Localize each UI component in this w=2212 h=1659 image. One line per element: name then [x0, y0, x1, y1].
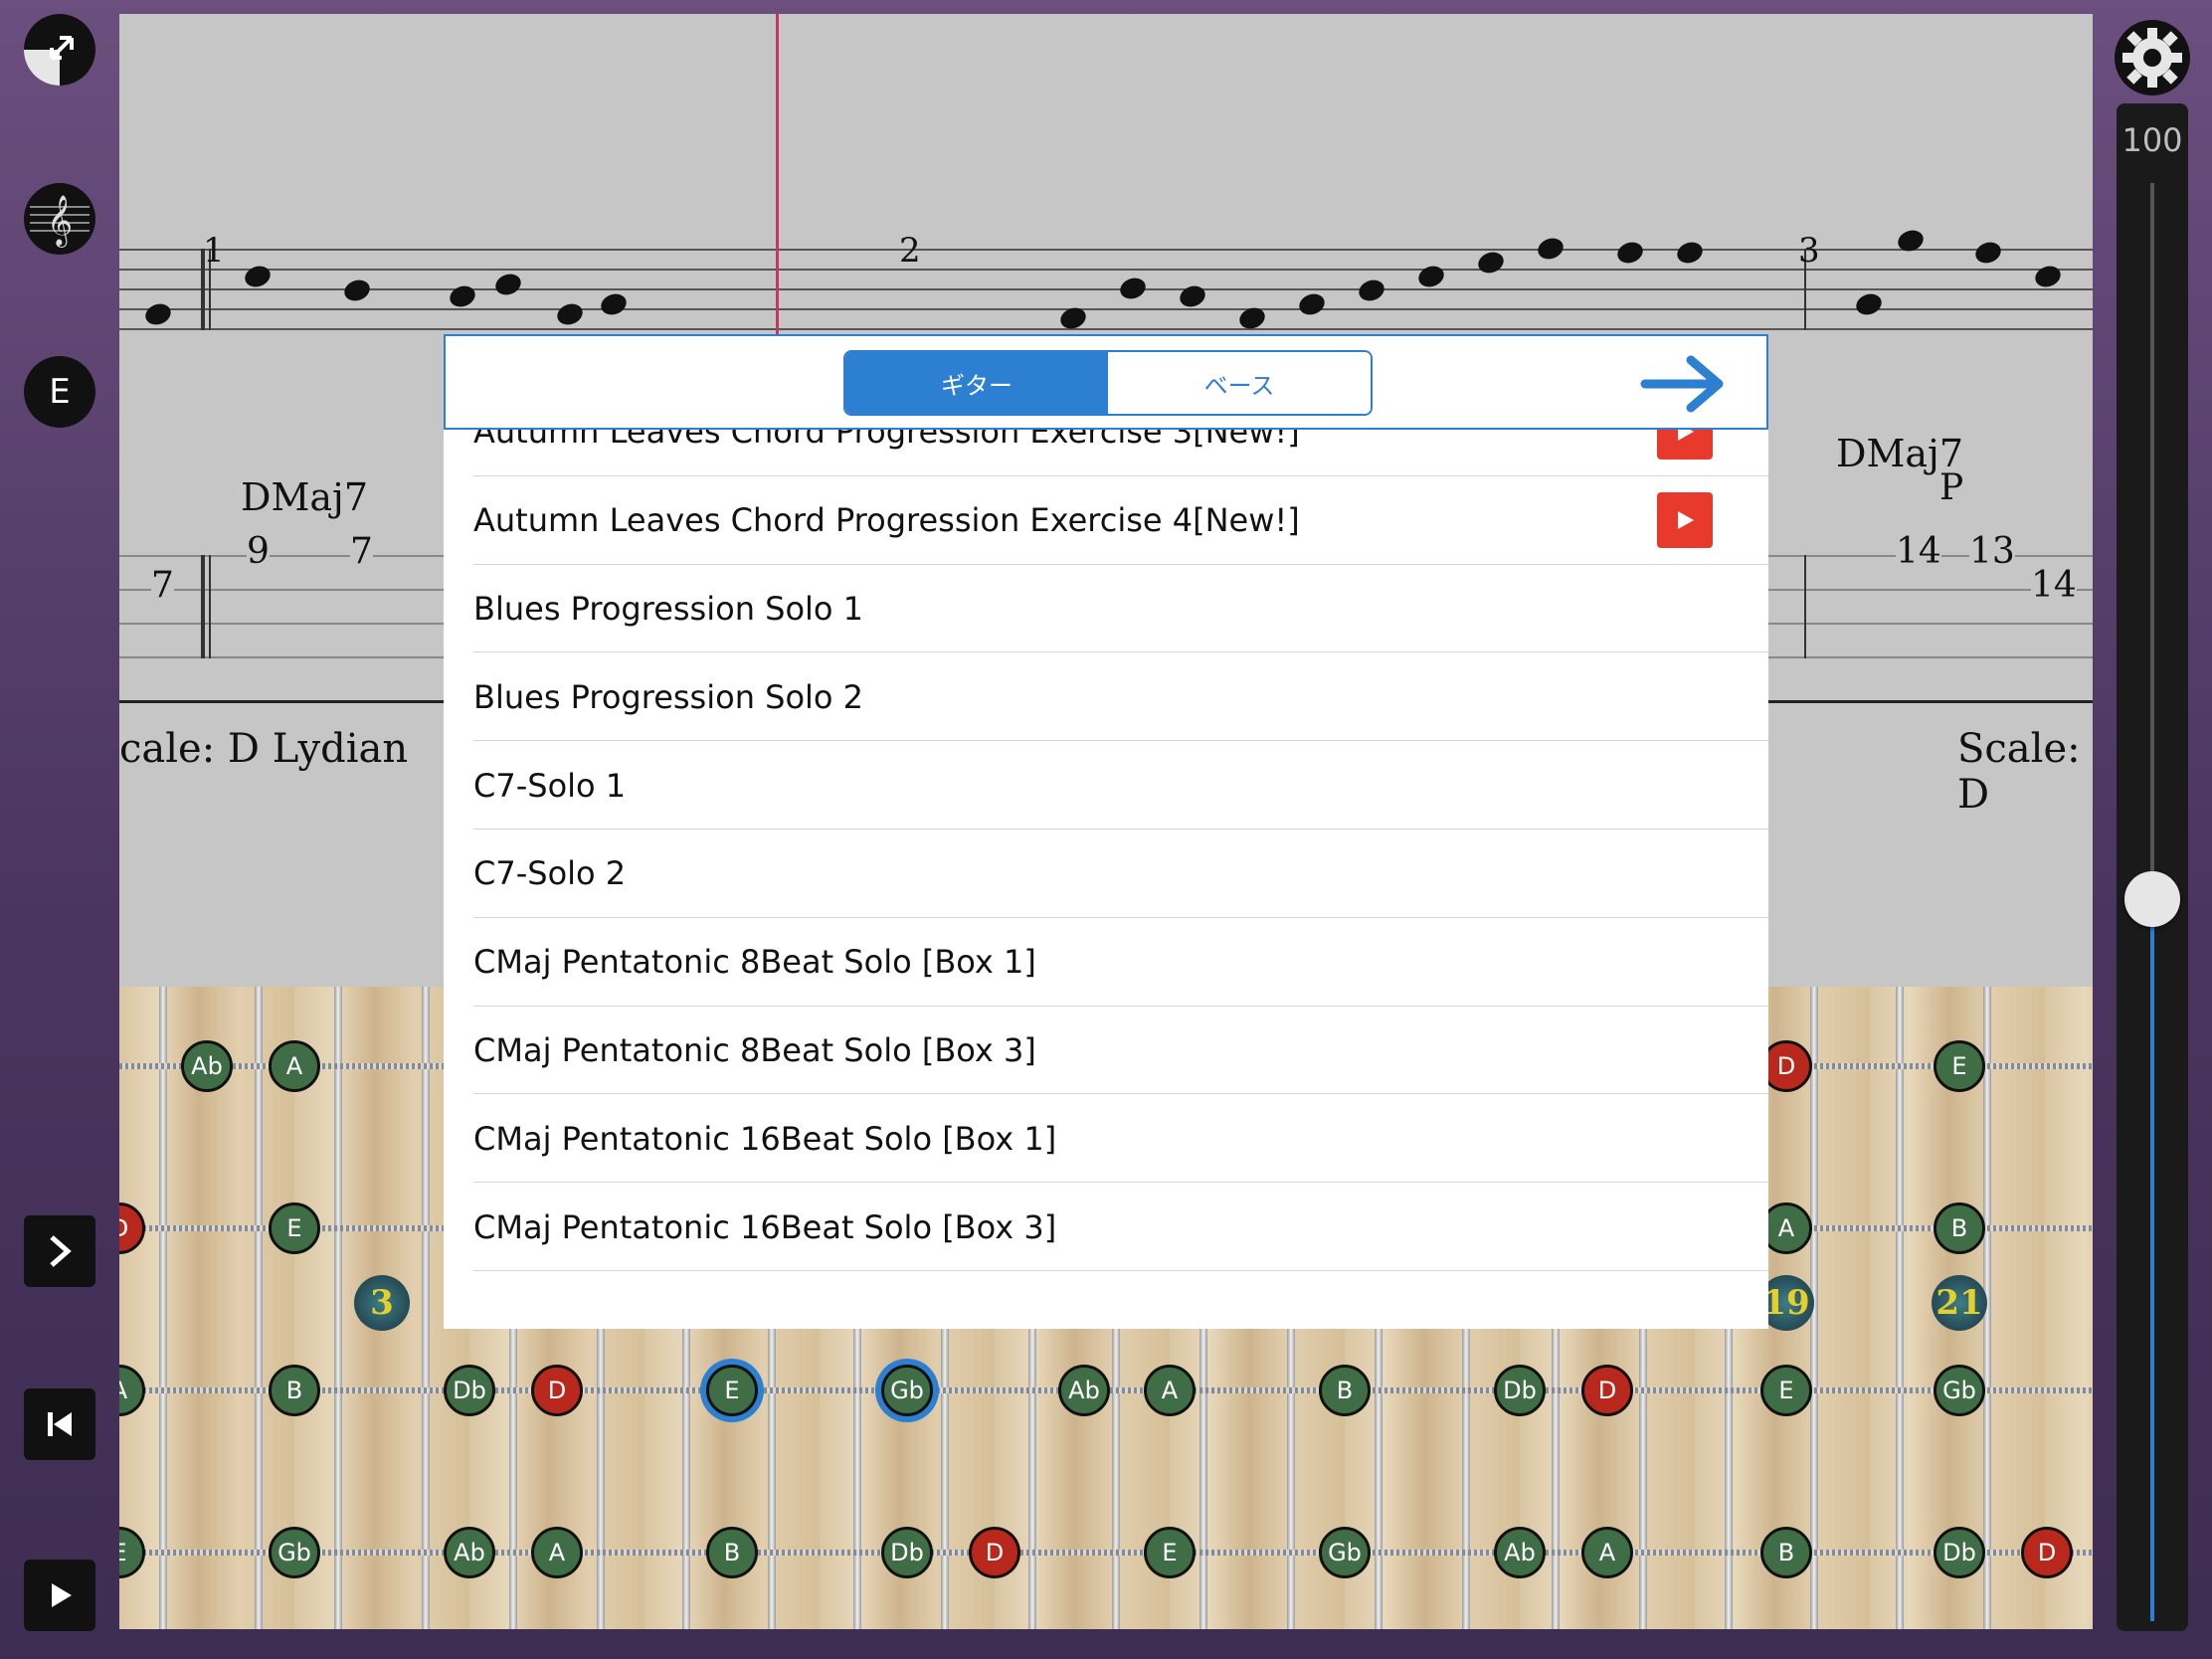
fret-note[interactable]: Ab: [1058, 1365, 1110, 1416]
fret-number-marker: 21: [1932, 1275, 1987, 1331]
svg-text:𝄞: 𝄞: [47, 195, 73, 248]
chord-label: DMaj7: [241, 475, 368, 519]
fret-note[interactable]: B: [1760, 1527, 1812, 1578]
expand-arrows-icon: [24, 36, 74, 86]
tab-number: 7: [350, 531, 373, 572]
fret-note[interactable]: B: [706, 1527, 758, 1578]
song-title: Autumn Leaves Chord Progression Exercise…: [473, 501, 1300, 540]
fret-note[interactable]: Gb: [1934, 1365, 1985, 1416]
fret-note[interactable]: A: [531, 1527, 583, 1578]
tempo-panel: 100: [2117, 103, 2188, 1631]
song-list-item[interactable]: CMaj Pentatonic 8Beat Solo [Box 3]: [473, 1007, 1768, 1095]
fret-note[interactable]: Ab: [1494, 1527, 1546, 1578]
playhead: [776, 14, 779, 352]
measure-number: 1: [203, 231, 225, 271]
fret-note[interactable]: D: [2021, 1527, 2073, 1578]
song-list-item[interactable]: CMaj Pentatonic 8Beat Solo [Box 1]: [473, 919, 1768, 1007]
song-list-popup: ギター ベース Autumn Leaves Chord Progression …: [444, 334, 1768, 1329]
fret-note[interactable]: Ab: [181, 1040, 233, 1092]
song-title: CMaj Pentatonic 16Beat Solo [Box 1]: [473, 1119, 1057, 1158]
fret-note[interactable]: D: [531, 1365, 583, 1416]
fret-note[interactable]: E: [1760, 1365, 1812, 1416]
tempo-value: 100: [2121, 121, 2183, 159]
fret-note[interactable]: B: [269, 1365, 320, 1416]
scale-label: cale: D Lydian: [119, 726, 409, 772]
fret-note[interactable]: B: [1934, 1202, 1985, 1254]
fret-note[interactable]: E: [269, 1202, 320, 1254]
tempo-track[interactable]: [2150, 183, 2154, 899]
score-toggle-button[interactable]: 𝄞: [24, 183, 95, 255]
popup-header: ギター ベース: [444, 334, 1768, 430]
tempo-track-fill[interactable]: [2150, 899, 2154, 1621]
fret-note[interactable]: E: [1144, 1527, 1196, 1578]
fret-note[interactable]: Db: [444, 1365, 495, 1416]
song-list-item[interactable]: Blues Progression Solo 2: [473, 653, 1768, 742]
arrow-right-icon: [1640, 355, 1724, 413]
fret-note[interactable]: D: [119, 1202, 145, 1254]
fret-note[interactable]: Ab: [444, 1527, 495, 1578]
tab-number: 7: [151, 565, 174, 606]
play-button[interactable]: [24, 1560, 95, 1631]
key-button[interactable]: E: [24, 356, 95, 428]
fret-number-marker: 3: [354, 1275, 410, 1331]
song-title: Blues Progression Solo 2: [473, 677, 864, 716]
fret-note[interactable]: B: [1319, 1365, 1371, 1416]
scale-label: Scale: D: [1957, 726, 2081, 818]
fret-note[interactable]: Db: [881, 1527, 933, 1578]
instrument-segmented-control[interactable]: ギター ベース: [843, 350, 1373, 416]
gear-icon: [2115, 20, 2190, 95]
fret-note[interactable]: D: [969, 1527, 1020, 1578]
fret-note[interactable]: Gb: [881, 1365, 933, 1416]
next-button[interactable]: [24, 1215, 95, 1287]
next-arrow-button[interactable]: [1639, 354, 1729, 414]
fret-note[interactable]: D: [1581, 1365, 1633, 1416]
song-list-item[interactable]: Autumn Leaves Chord Progression Exercise…: [473, 477, 1768, 565]
song-list-item[interactable]: CMaj Pentatonic 16Beat Solo [Box 3]: [473, 1184, 1768, 1271]
song-list-item[interactable]: C7-Solo 2: [473, 830, 1768, 918]
treble-clef-icon: 𝄞: [30, 195, 90, 248]
skip-back-icon: [48, 1412, 72, 1436]
tab-guitar[interactable]: ギター: [845, 352, 1108, 414]
measure-number: 2: [899, 231, 921, 271]
song-list-item[interactable]: CMaj Pentatonic 16Beat Solo [Box 1]: [473, 1095, 1768, 1184]
tab-number: 14: [2031, 565, 2077, 606]
fret-note[interactable]: Db: [1934, 1527, 1985, 1578]
technique-label: P: [1939, 467, 1964, 508]
fret-note[interactable]: A: [1144, 1365, 1196, 1416]
song-title: C7-Solo 1: [473, 766, 627, 805]
expand-button[interactable]: [24, 14, 95, 86]
song-title: CMaj Pentatonic 8Beat Solo [Box 1]: [473, 943, 1036, 982]
play-icon: [52, 1583, 72, 1607]
fret-note[interactable]: E: [1934, 1040, 1985, 1092]
settings-button[interactable]: [2115, 20, 2190, 95]
tab-number: 14: [1896, 531, 1941, 572]
song-title: CMaj Pentatonic 16Beat Solo [Box 3]: [473, 1207, 1057, 1246]
chevron-right-icon: [50, 1235, 72, 1267]
key-label: E: [49, 372, 71, 412]
fret-note[interactable]: A: [269, 1040, 320, 1092]
fret-note[interactable]: E: [119, 1527, 145, 1578]
tab-number: 13: [1969, 531, 2015, 572]
tab-number: 9: [247, 531, 270, 572]
play-icon: [1678, 511, 1694, 530]
rewind-button[interactable]: [24, 1388, 95, 1460]
song-title: Blues Progression Solo 1: [473, 589, 864, 628]
tab-bass[interactable]: ベース: [1108, 352, 1371, 414]
song-list-item[interactable]: Blues Progression Solo 1: [473, 565, 1768, 653]
measure-number: 3: [1798, 231, 1820, 271]
song-list-item[interactable]: C7-Solo 1: [473, 742, 1768, 830]
song-title: CMaj Pentatonic 8Beat Solo [Box 3]: [473, 1030, 1036, 1069]
fret-note[interactable]: A: [119, 1365, 145, 1416]
song-title: C7-Solo 2: [473, 854, 627, 893]
fret-note[interactable]: Db: [1494, 1365, 1546, 1416]
fret-note[interactable]: Gb: [1319, 1527, 1371, 1578]
tempo-slider-knob[interactable]: [2124, 871, 2180, 927]
fret-note[interactable]: A: [1581, 1527, 1633, 1578]
fret-note[interactable]: E: [706, 1365, 758, 1416]
fret-note[interactable]: Gb: [269, 1527, 320, 1578]
video-play-button[interactable]: [1657, 492, 1713, 549]
